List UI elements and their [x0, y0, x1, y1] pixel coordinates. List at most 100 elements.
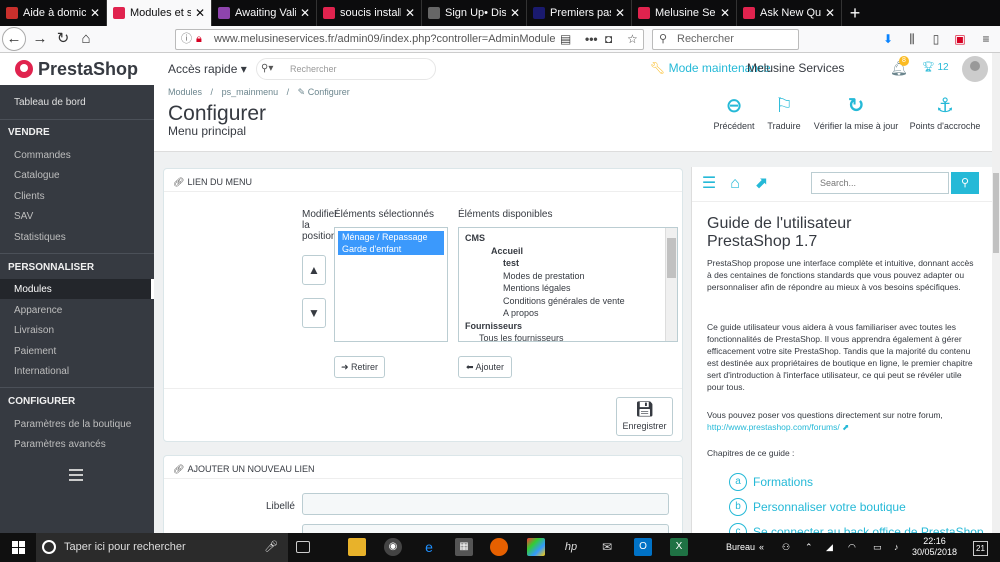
list-item[interactable]: Fournisseurs	[465, 321, 522, 331]
sidebar-item-sav[interactable]: SAV	[14, 211, 33, 222]
chapter-link[interactable]: b Personnaliser votre boutique	[729, 498, 906, 516]
home-icon[interactable]: ⌂	[725, 175, 745, 193]
translate-toolbar-button[interactable]: ⚐ Traduire	[762, 95, 806, 131]
close-tab-icon[interactable]: ✕	[90, 6, 100, 20]
mail-icon[interactable]: ✉	[598, 538, 616, 556]
browser-search-box[interactable]: ⚲ Rechercher	[652, 29, 799, 50]
list-item[interactable]: Conditions générales de vente	[503, 296, 625, 306]
reload-button[interactable]: ↻	[53, 30, 73, 48]
avatar[interactable]	[962, 56, 988, 82]
system-clock[interactable]: 22:16 30/05/2018	[912, 536, 957, 558]
browser-tab[interactable]: Premiers pas av ✕	[527, 0, 632, 26]
pocket-icon[interactable]: ◘	[605, 30, 612, 49]
sidebar-toggle-icon[interactable]: ▯	[928, 32, 944, 46]
list-item[interactable]: Ménage / Repassage	[338, 231, 444, 243]
external-link-icon[interactable]: ⬈	[751, 175, 771, 193]
help-search-input[interactable]: Search...	[811, 172, 949, 194]
close-tab-icon[interactable]: ✕	[510, 6, 520, 20]
url-text[interactable]: www.melusineservices.fr/admin09/index.ph…	[214, 30, 559, 49]
bookmark-star-icon[interactable]: ☆	[627, 30, 638, 49]
close-tab-icon[interactable]: ✕	[825, 6, 835, 20]
edge-icon[interactable]: e	[420, 538, 438, 556]
breadcrumb-modules[interactable]: Modules	[168, 87, 202, 97]
info-icon[interactable]: ⓘ	[181, 30, 192, 49]
list-item[interactable]: Tous les fournisseurs	[479, 333, 564, 341]
scrollbar-thumb[interactable]	[993, 173, 999, 253]
list-item[interactable]: CMS	[465, 233, 485, 243]
action-center-icon[interactable]: 21	[973, 541, 988, 556]
scrollbar-thumb[interactable]	[667, 238, 676, 278]
chapter-link[interactable]: a Formations	[729, 473, 813, 491]
remove-button[interactable]: ➜ Retirer	[334, 356, 385, 378]
media-app-icon[interactable]: ◉	[384, 538, 402, 556]
sidebar-item-shop-params[interactable]: Paramètres de la boutique	[14, 419, 131, 430]
sidebar-item-orders[interactable]: Commandes	[14, 150, 71, 161]
microphone-icon[interactable]: 🎤︎	[264, 533, 278, 562]
employee-trophy[interactable]: 🏆︎ 12	[922, 62, 949, 73]
list-item[interactable]: A propos	[503, 308, 539, 318]
page-actions-icon[interactable]: •••	[585, 30, 598, 49]
menu-icon[interactable]: ≡	[978, 32, 994, 46]
admin-search-input[interactable]: ⚲▾ Rechercher	[256, 58, 436, 80]
close-tab-icon[interactable]: ✕	[615, 6, 625, 20]
back-button[interactable]: ←	[2, 27, 26, 51]
list-item[interactable]: Accueil	[491, 246, 523, 256]
excel-icon[interactable]: X	[670, 538, 688, 556]
close-tab-icon[interactable]: ✕	[300, 6, 310, 20]
sidebar-item-customers[interactable]: Clients	[14, 191, 45, 202]
close-tab-icon[interactable]: ✕	[405, 6, 415, 20]
file-explorer-icon[interactable]	[348, 538, 366, 556]
help-search-button[interactable]: ⚲	[951, 172, 979, 194]
browser-tab[interactable]: Sign Up• Displ ✕	[422, 0, 527, 26]
sidebar-item-catalog[interactable]: Catalogue	[14, 170, 60, 181]
outlook-icon[interactable]: O	[634, 538, 652, 556]
extension-icon[interactable]: ▣	[952, 32, 968, 46]
browser-tab[interactable]: Awaiting Valida ✕	[212, 0, 317, 26]
paint-icon[interactable]	[527, 538, 545, 556]
back-toolbar-button[interactable]: ⊖ Précédent	[706, 95, 762, 131]
desktop-toolbar[interactable]: Bureau	[726, 533, 755, 562]
prestashop-logo[interactable]: PrestaShop	[0, 53, 154, 85]
close-tab-icon[interactable]: ✕	[195, 6, 205, 20]
hp-icon[interactable]: hp	[562, 538, 580, 556]
browser-tab[interactable]: Melusine Servic ✕	[632, 0, 737, 26]
search-icon[interactable]: ⚲▾	[261, 59, 273, 79]
add-button[interactable]: ⬅ Ajouter	[458, 356, 512, 378]
browser-tab[interactable]: Ask New Quest ✕	[737, 0, 842, 26]
battery-icon[interactable]: ▭	[873, 533, 882, 562]
sidebar-item-modules[interactable]: Modules	[14, 284, 52, 295]
firefox-icon[interactable]	[490, 538, 508, 556]
browser-tab[interactable]: Modules et serv ✕	[107, 0, 212, 26]
network-icon[interactable]: ◢	[826, 533, 833, 562]
browser-tab[interactable]: soucis installati ✕	[317, 0, 422, 26]
move-up-button[interactable]: ▲	[302, 255, 326, 285]
library-icon[interactable]: ⫼	[904, 32, 920, 47]
label-input[interactable]	[302, 493, 669, 515]
store-icon[interactable]: ▦	[455, 538, 473, 556]
forum-link[interactable]: http://www.prestashop.com/forums/	[707, 422, 840, 432]
list-item[interactable]: Garde d'enfant	[338, 243, 444, 255]
wifi-icon[interactable]: ◠	[848, 533, 856, 562]
browser-tab[interactable]: Aide à domicile ✕	[0, 0, 107, 26]
home-icon[interactable]: ⌂	[76, 30, 96, 48]
sidebar-item-appearance[interactable]: Apparence	[14, 305, 62, 316]
download-icon[interactable]: ⬇	[880, 32, 896, 46]
task-view-icon[interactable]	[296, 541, 310, 553]
breadcrumb-module[interactable]: ps_mainmenu	[222, 87, 279, 97]
sidebar-item-stats[interactable]: Statistiques	[14, 232, 66, 243]
tray-up-icon[interactable]: ⌃	[805, 533, 813, 562]
sidebar-item-international[interactable]: International	[14, 366, 69, 377]
page-scrollbar[interactable]	[992, 53, 1000, 533]
sidebar-item-shipping[interactable]: Livraison	[14, 325, 54, 336]
sidebar-item-payment[interactable]: Paiement	[14, 346, 56, 357]
sidebar-item-dashboard[interactable]: Tableau de bord	[14, 97, 86, 108]
collapse-menu-icon[interactable]	[69, 469, 83, 484]
list-item[interactable]: Modes de prestation	[503, 271, 585, 281]
volume-icon[interactable]: ♪	[894, 533, 899, 562]
quick-access-dropdown[interactable]: Accès rapide ▾	[168, 62, 247, 76]
windows-start-icon[interactable]	[12, 541, 25, 554]
list-icon[interactable]: ☰	[699, 175, 719, 193]
selected-items-list[interactable]: Ménage / Repassage Garde d'enfant	[334, 227, 448, 342]
hooks-toolbar-button[interactable]: ⚓︎ Points d'accroche	[906, 95, 984, 131]
new-tab-button[interactable]: +	[842, 0, 868, 26]
